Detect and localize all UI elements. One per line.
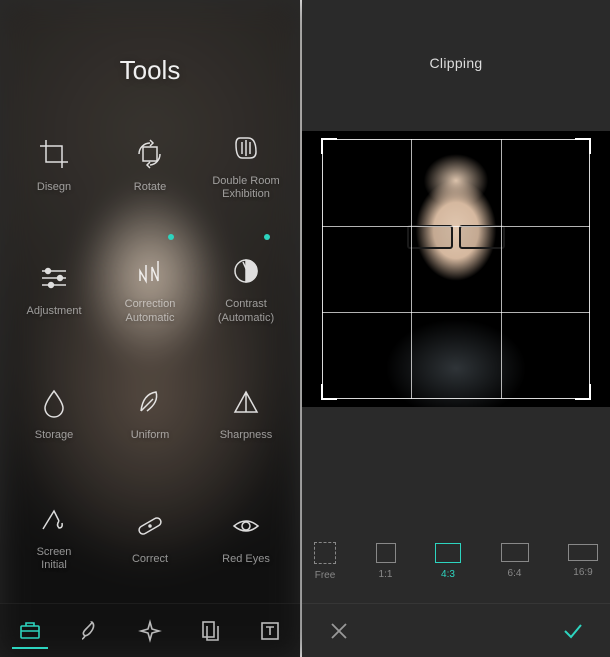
ratio-label: 4:3 xyxy=(441,569,455,580)
tool-correct[interactable]: Correct xyxy=(104,475,196,595)
auto-correct-icon xyxy=(132,253,168,289)
double-exposure-icon xyxy=(228,130,264,166)
ratio-6-4[interactable]: 6:4 xyxy=(501,543,529,579)
crop-handle-br[interactable] xyxy=(575,384,591,400)
cancel-button[interactable] xyxy=(324,616,354,646)
ratio-shape-icon xyxy=(314,542,336,564)
ratio-shape-icon xyxy=(435,543,461,563)
tool-label: Screen Initial xyxy=(37,546,72,572)
crop-border xyxy=(322,139,590,399)
tool-label: Double Room Exhibition xyxy=(212,175,279,201)
ratio-shape-icon xyxy=(376,543,396,563)
panel-title: Tools xyxy=(0,0,300,86)
tool-label: Uniform xyxy=(131,429,170,442)
ratio-free[interactable]: Free xyxy=(314,542,336,581)
new-badge-dot xyxy=(168,234,174,240)
ratio-shape-icon xyxy=(501,543,529,562)
tool-label: Correct xyxy=(132,553,168,566)
ratio-label: 16:9 xyxy=(573,567,592,578)
ratio-1-1[interactable]: 1:1 xyxy=(376,543,396,580)
toolbox-icon xyxy=(18,618,42,642)
close-icon xyxy=(329,621,349,641)
tool-label: Disegn xyxy=(37,181,71,194)
tool-label: Red Eyes xyxy=(222,553,270,566)
ratio-4-3[interactable]: 4:3 xyxy=(435,543,461,580)
crop-icon xyxy=(36,136,72,172)
ratio-shape-icon xyxy=(568,544,598,561)
pages-icon xyxy=(198,619,222,643)
grid-line xyxy=(411,139,412,399)
crop-handle-tl[interactable] xyxy=(321,138,337,154)
triangle-icon xyxy=(228,384,264,420)
tool-label: Storage xyxy=(35,429,74,442)
tool-label: Rotate xyxy=(134,181,166,194)
tool-auto-contrast[interactable]: Contrast (Automatic) xyxy=(200,228,292,348)
bandage-icon xyxy=(132,508,168,544)
tool-label: Contrast (Automatic) xyxy=(218,298,274,324)
panel-title: Clipping xyxy=(302,0,610,71)
layers-tab[interactable] xyxy=(192,613,228,649)
bottom-tab-bar xyxy=(0,603,300,657)
grid-line xyxy=(501,139,502,399)
toolbox-tab[interactable] xyxy=(12,613,48,649)
ratio-label: Free xyxy=(315,570,336,581)
drop-icon xyxy=(36,384,72,420)
tool-crop[interactable]: Disegn xyxy=(8,104,100,224)
tool-adjustment[interactable]: Adjustment xyxy=(8,228,100,348)
tools-panel: Tools Disegn Rotate Double Room Exhibiti… xyxy=(0,0,302,657)
rotate-icon xyxy=(132,136,168,172)
effects-tab[interactable] xyxy=(132,613,168,649)
check-icon xyxy=(561,619,585,643)
contrast-icon xyxy=(228,253,264,289)
grid-line xyxy=(322,312,590,313)
close-icon xyxy=(16,53,32,69)
feather-icon xyxy=(132,384,168,420)
clipping-panel: Clipping Free 1:1 4:3 xyxy=(302,0,610,657)
action-bar xyxy=(302,603,610,657)
tool-double-exposure[interactable]: Double Room Exhibition xyxy=(200,104,292,224)
tool-storage[interactable]: Storage xyxy=(8,352,100,472)
tool-auto-correction[interactable]: Correction Automatic xyxy=(104,228,196,348)
splash-icon xyxy=(36,501,72,537)
ratio-16-9[interactable]: 16:9 xyxy=(568,544,598,578)
crop-canvas[interactable] xyxy=(302,131,610,407)
tool-sharpness[interactable]: Sharpness xyxy=(200,352,292,472)
tool-red-eyes[interactable]: Red Eyes xyxy=(200,475,292,595)
text-icon xyxy=(258,619,282,643)
aspect-ratio-bar: Free 1:1 4:3 6:4 16:9 xyxy=(302,525,610,597)
tool-label: Correction Automatic xyxy=(125,298,176,324)
tools-grid: Disegn Rotate Double Room Exhibition Adj… xyxy=(0,86,300,603)
text-tab[interactable] xyxy=(252,613,288,649)
eye-icon xyxy=(228,508,264,544)
grid-line xyxy=(322,226,590,227)
brush-icon xyxy=(78,619,102,643)
confirm-button[interactable] xyxy=(558,616,588,646)
brush-tab[interactable] xyxy=(72,613,108,649)
close-button[interactable] xyxy=(16,52,32,75)
ratio-label: 1:1 xyxy=(379,569,393,580)
crop-frame[interactable] xyxy=(322,139,590,399)
tool-label: Sharpness xyxy=(220,429,273,442)
new-badge-dot xyxy=(264,234,270,240)
tool-uniform[interactable]: Uniform xyxy=(104,352,196,472)
tool-screen-initial[interactable]: Screen Initial xyxy=(8,475,100,595)
sparkle-icon xyxy=(138,619,162,643)
tool-label: Adjustment xyxy=(26,305,81,318)
crop-handle-bl[interactable] xyxy=(321,384,337,400)
sliders-icon xyxy=(36,260,72,296)
ratio-label: 6:4 xyxy=(508,568,522,579)
tool-rotate[interactable]: Rotate xyxy=(104,104,196,224)
crop-handle-tr[interactable] xyxy=(575,138,591,154)
